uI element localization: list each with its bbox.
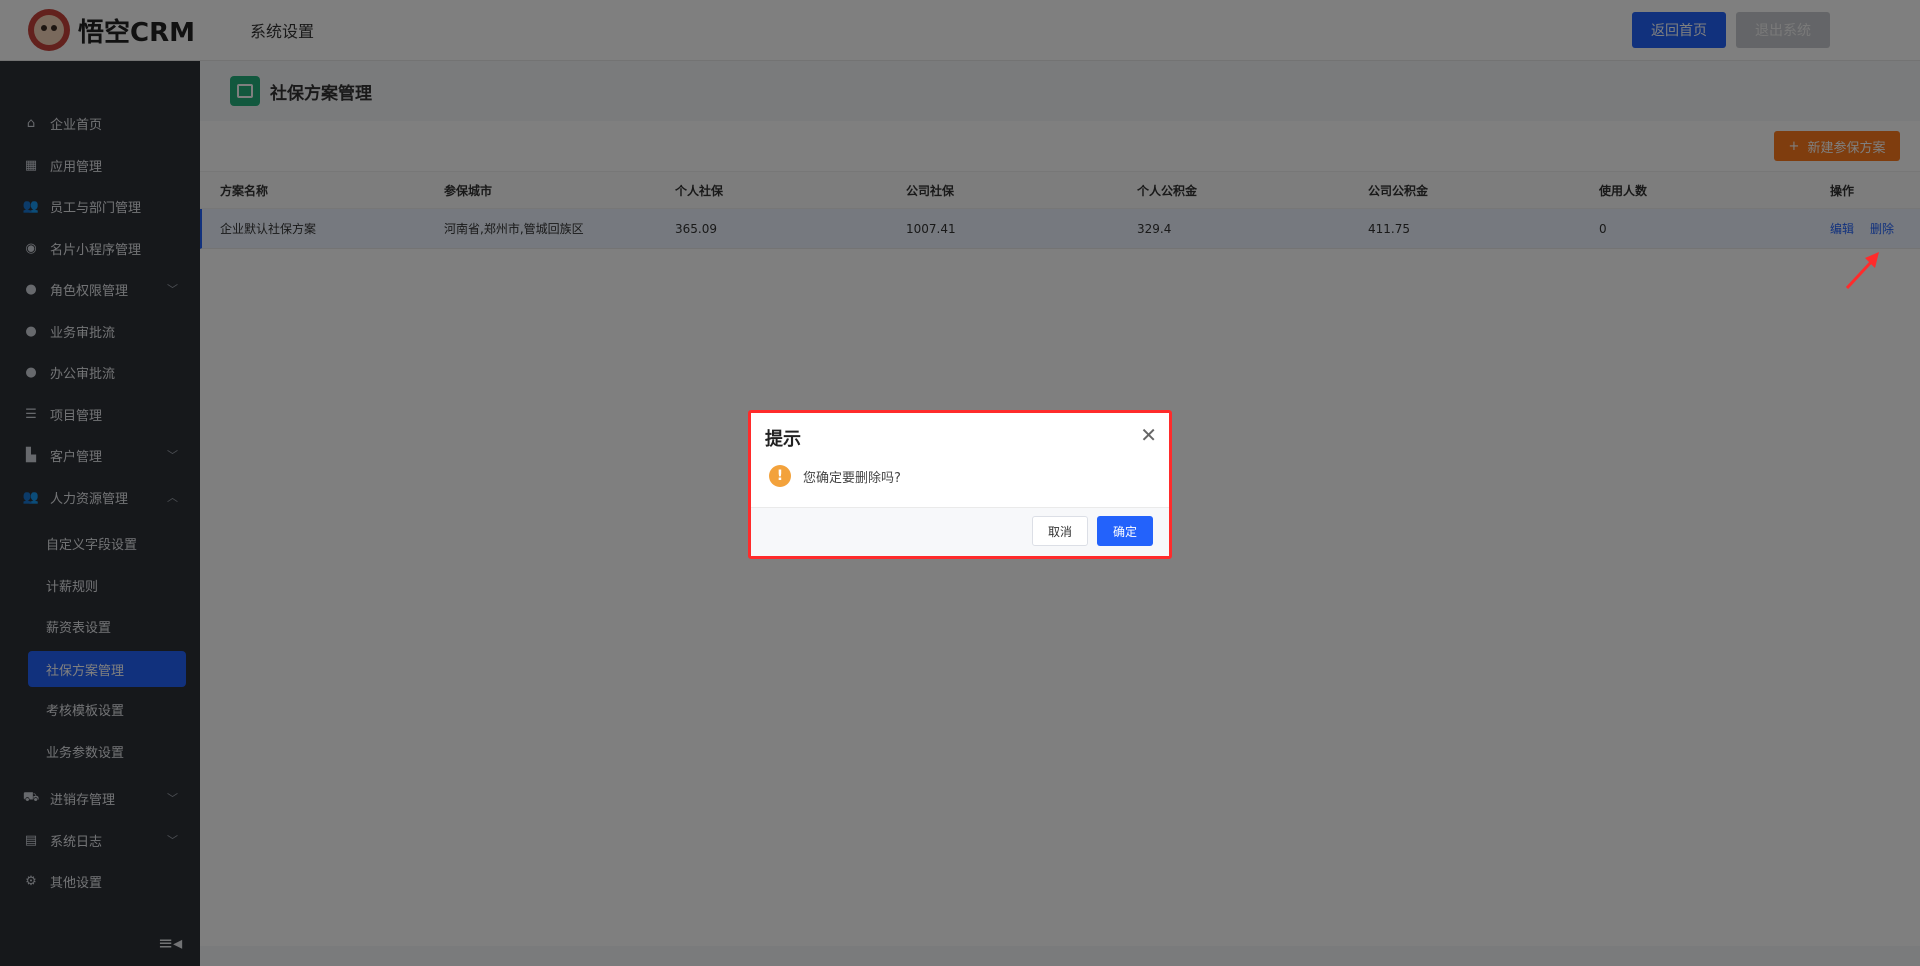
annotation-arrow-icon xyxy=(1845,252,1879,290)
dialog-title: 提示 xyxy=(765,429,801,450)
close-icon[interactable]: ✕ xyxy=(1140,423,1157,447)
cancel-button[interactable]: 取消 xyxy=(1032,516,1088,546)
dialog-footer: 取消 确定 xyxy=(751,507,1169,556)
confirm-button[interactable]: 确定 xyxy=(1097,516,1153,546)
warning-icon: ! xyxy=(769,465,791,487)
confirm-delete-dialog: 提示 ✕ ! 您确定要删除吗? 取消 确定 xyxy=(748,410,1172,559)
dialog-message: 您确定要删除吗? xyxy=(803,470,901,486)
